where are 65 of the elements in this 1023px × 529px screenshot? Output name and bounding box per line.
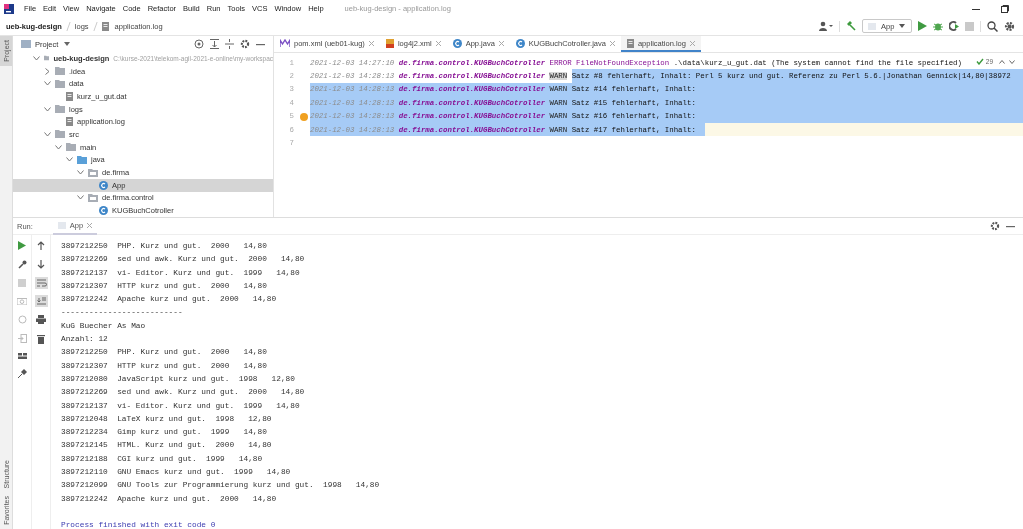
- camera-icon[interactable]: [17, 297, 27, 305]
- collapse-all-icon[interactable]: [210, 39, 219, 49]
- coverage-icon[interactable]: [949, 21, 959, 31]
- bulb-icon[interactable]: [300, 112, 308, 121]
- chevron-down-icon[interactable]: [55, 144, 62, 150]
- class-icon: [99, 180, 108, 190]
- chevron-down-icon[interactable]: [77, 195, 84, 201]
- folder-icon: [21, 40, 31, 48]
- config-icon: [57, 221, 66, 229]
- settings-icon[interactable]: [990, 221, 1000, 231]
- caret-icon[interactable]: [64, 42, 71, 46]
- search-icon[interactable]: [987, 20, 998, 32]
- close-icon[interactable]: [609, 40, 615, 46]
- chevron-down-icon[interactable]: [44, 81, 51, 87]
- soft-wrap-icon[interactable]: [34, 277, 48, 289]
- minimize-icon[interactable]: [1006, 224, 1015, 228]
- close-icon[interactable]: [498, 40, 504, 46]
- trash-icon[interactable]: [37, 334, 45, 344]
- file-icon: [626, 38, 634, 48]
- close-icon[interactable]: [87, 222, 93, 228]
- close-icon[interactable]: [368, 40, 374, 46]
- folder-icon: [55, 105, 65, 114]
- arrow-down-icon[interactable]: [37, 260, 45, 269]
- layout-icon[interactable]: [17, 353, 27, 359]
- chevron-down-icon[interactable]: [1009, 60, 1015, 64]
- scroll-to-end-icon[interactable]: [34, 295, 48, 307]
- chevron-down-icon[interactable]: [33, 55, 40, 61]
- settings-icon[interactable]: [1004, 20, 1015, 32]
- run-icon[interactable]: [918, 21, 927, 31]
- package-icon: [88, 168, 98, 177]
- chevron-down-icon[interactable]: [66, 157, 73, 163]
- file-icon: [66, 91, 73, 101]
- print-icon[interactable]: [36, 315, 46, 324]
- class-icon: [515, 38, 525, 48]
- user-icon[interactable]: [819, 21, 833, 31]
- file-icon: [66, 117, 73, 127]
- class-icon: [452, 38, 462, 48]
- locate-icon[interactable]: [194, 39, 204, 49]
- bug-icon[interactable]: [933, 21, 943, 31]
- app-logo-icon: [4, 3, 14, 14]
- chevron-right-icon[interactable]: [44, 67, 51, 75]
- hammer-icon[interactable]: [846, 21, 856, 31]
- run-icon[interactable]: [18, 241, 26, 250]
- package-icon: [88, 193, 98, 202]
- close-icon[interactable]: [689, 40, 695, 46]
- login-icon[interactable]: [17, 334, 27, 343]
- caret-icon: [899, 24, 906, 28]
- minimize-icon[interactable]: [256, 42, 265, 46]
- chevron-down-icon[interactable]: [44, 131, 51, 137]
- chevron-up-icon[interactable]: [999, 60, 1005, 64]
- maven-icon: [280, 39, 290, 47]
- expand-all-icon[interactable]: [225, 39, 234, 49]
- check-icon: [975, 58, 984, 65]
- class-icon: [99, 206, 108, 216]
- arrow-up-icon[interactable]: [37, 241, 45, 250]
- config-icon: [868, 22, 876, 30]
- chevron-down-icon[interactable]: [77, 170, 84, 176]
- pin-icon[interactable]: [17, 369, 27, 378]
- xml-file-icon: [385, 38, 394, 48]
- chevron-down-icon[interactable]: [44, 106, 51, 112]
- file-icon: [101, 21, 109, 31]
- close-icon[interactable]: [435, 40, 441, 46]
- settings-icon[interactable]: [240, 39, 250, 49]
- wrench-icon[interactable]: [17, 260, 27, 269]
- maximize-icon[interactable]: [1001, 4, 1009, 13]
